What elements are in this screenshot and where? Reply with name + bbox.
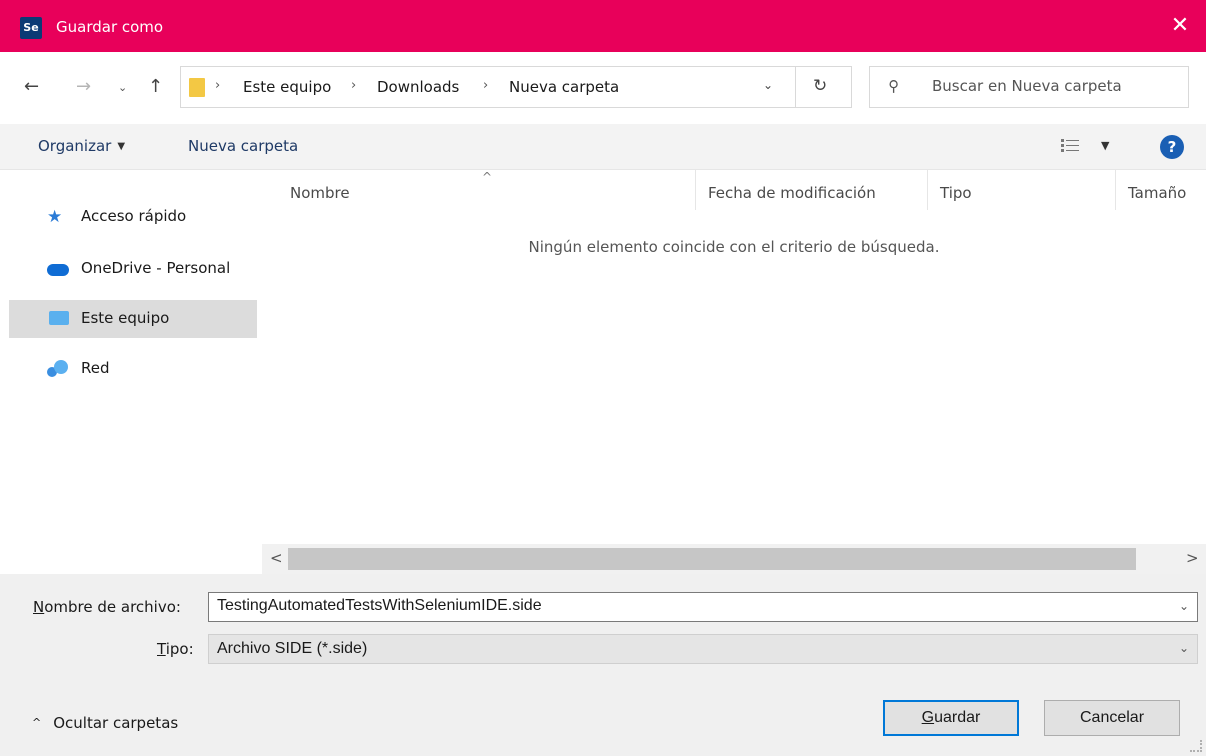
column-header-fecha[interactable]: Fecha de modificación (708, 184, 876, 202)
column-header-tipo[interactable]: Tipo (940, 184, 972, 202)
resize-grip[interactable] (1190, 740, 1202, 752)
computer-icon (49, 311, 69, 325)
chevron-up-icon: ^ (32, 716, 42, 729)
caret-down-icon: ▼ (117, 141, 126, 152)
up-arrow-icon[interactable]: ↑ (148, 76, 163, 97)
organize-label: Organizar (38, 137, 112, 155)
sidebar-item-este-equipo[interactable]: Este equipo (9, 300, 257, 338)
search-input[interactable] (932, 77, 1182, 95)
selenium-app-icon: Se (20, 17, 42, 39)
search-box[interactable]: ⚲ (869, 66, 1189, 108)
new-folder-button[interactable]: Nueva carpeta (188, 137, 298, 155)
cancel-button[interactable]: Cancelar (1044, 700, 1180, 736)
sidebar-item-acceso-rapido[interactable]: ★ Acceso rápido (9, 198, 257, 236)
type-label-text: ipo: (165, 640, 194, 658)
search-icon: ⚲ (888, 77, 899, 95)
sidebar-item-label: Red (81, 359, 110, 377)
empty-list-message: Ningún elemento coincide con el criterio… (528, 238, 940, 256)
network-icon (47, 360, 69, 378)
navigation-pane: ★ Acceso rápido OneDrive - Personal Este… (0, 170, 262, 574)
organize-button[interactable]: Organizar ▼ (38, 137, 125, 155)
filename-label: Nombre de archivo: (33, 598, 181, 616)
hide-folders-label: Ocultar carpetas (53, 714, 179, 732)
column-divider[interactable] (1115, 170, 1116, 210)
help-icon[interactable]: ? (1160, 135, 1184, 159)
breadcrumb-este-equipo[interactable]: Este equipo (243, 78, 331, 96)
sidebar-item-onedrive[interactable]: OneDrive - Personal (9, 250, 257, 288)
close-icon[interactable]: ✕ (1154, 0, 1206, 52)
scroll-left-icon[interactable]: < (270, 549, 283, 567)
app-icon-text: Se (23, 21, 39, 34)
breadcrumb-separator: › (351, 78, 357, 93)
file-list: ^ Nombre Fecha de modificación Tipo Tama… (262, 170, 1206, 574)
filename-input[interactable] (217, 597, 1167, 615)
save-accesskey: G (921, 709, 935, 726)
filename-label-accesskey: N (33, 598, 45, 616)
file-type-select[interactable]: Archivo SIDE (*.side) ⌄ (208, 634, 1198, 664)
breadcrumb-separator: › (483, 78, 489, 93)
horizontal-scrollbar[interactable]: < > (262, 544, 1206, 574)
forward-arrow-icon[interactable]: → (76, 76, 91, 97)
recent-locations-icon[interactable]: ⌄ (118, 81, 127, 94)
title-bar: Se Guardar como ✕ (0, 0, 1206, 52)
star-icon: ★ (47, 207, 63, 227)
file-type-value: Archivo SIDE (*.side) (217, 640, 368, 657)
sidebar-item-red[interactable]: Red (9, 350, 257, 388)
type-label: Tipo: (157, 640, 194, 658)
command-bar: Organizar ▼ Nueva carpeta ▼ ? (0, 124, 1206, 170)
sidebar-item-label: Acceso rápido (81, 207, 187, 225)
view-options-icon[interactable] (1061, 138, 1079, 154)
address-dropdown-icon[interactable]: ⌄ (763, 78, 773, 92)
breadcrumb-downloads[interactable]: Downloads (377, 78, 459, 96)
chevron-down-icon[interactable]: ⌄ (1179, 641, 1189, 655)
save-button[interactable]: Guardar (883, 700, 1019, 736)
folder-icon (189, 78, 205, 97)
address-bar[interactable]: › Este equipo › Downloads › Nueva carpet… (180, 66, 852, 108)
chevron-down-icon[interactable]: ⌄ (1179, 599, 1189, 613)
breadcrumb-separator: › (215, 78, 221, 93)
scroll-right-icon[interactable]: > (1186, 549, 1199, 567)
cloud-icon (47, 264, 69, 276)
column-divider[interactable] (927, 170, 928, 210)
scrollbar-thumb[interactable] (288, 548, 1136, 570)
filename-combobox[interactable]: ⌄ (208, 592, 1198, 622)
navigation-bar: ← → ⌄ ↑ › Este equipo › Downloads › Nuev… (0, 52, 1206, 124)
window-title: Guardar como (56, 18, 164, 36)
column-divider[interactable] (695, 170, 696, 210)
save-label: uardar (934, 709, 981, 726)
sidebar-item-label: OneDrive - Personal (81, 259, 231, 277)
address-divider (795, 67, 796, 107)
sidebar-item-label: Este equipo (81, 309, 170, 327)
column-header-tamano[interactable]: Tamaño (1128, 184, 1186, 202)
hide-folders-button[interactable]: ^ Ocultar carpetas (32, 714, 178, 732)
breadcrumb-nueva-carpeta[interactable]: Nueva carpeta (509, 78, 619, 96)
view-caret-icon[interactable]: ▼ (1101, 139, 1109, 152)
back-arrow-icon[interactable]: ← (24, 76, 39, 97)
save-form: Nombre de archivo: ⌄ Tipo: Archivo SIDE … (0, 574, 1206, 756)
filename-label-text: ombre de archivo: (44, 598, 181, 616)
column-header-nombre[interactable]: Nombre (290, 184, 350, 202)
refresh-icon[interactable]: ↻ (813, 76, 827, 96)
sort-ascending-icon: ^ (482, 170, 493, 184)
type-label-accesskey: T (157, 640, 166, 658)
